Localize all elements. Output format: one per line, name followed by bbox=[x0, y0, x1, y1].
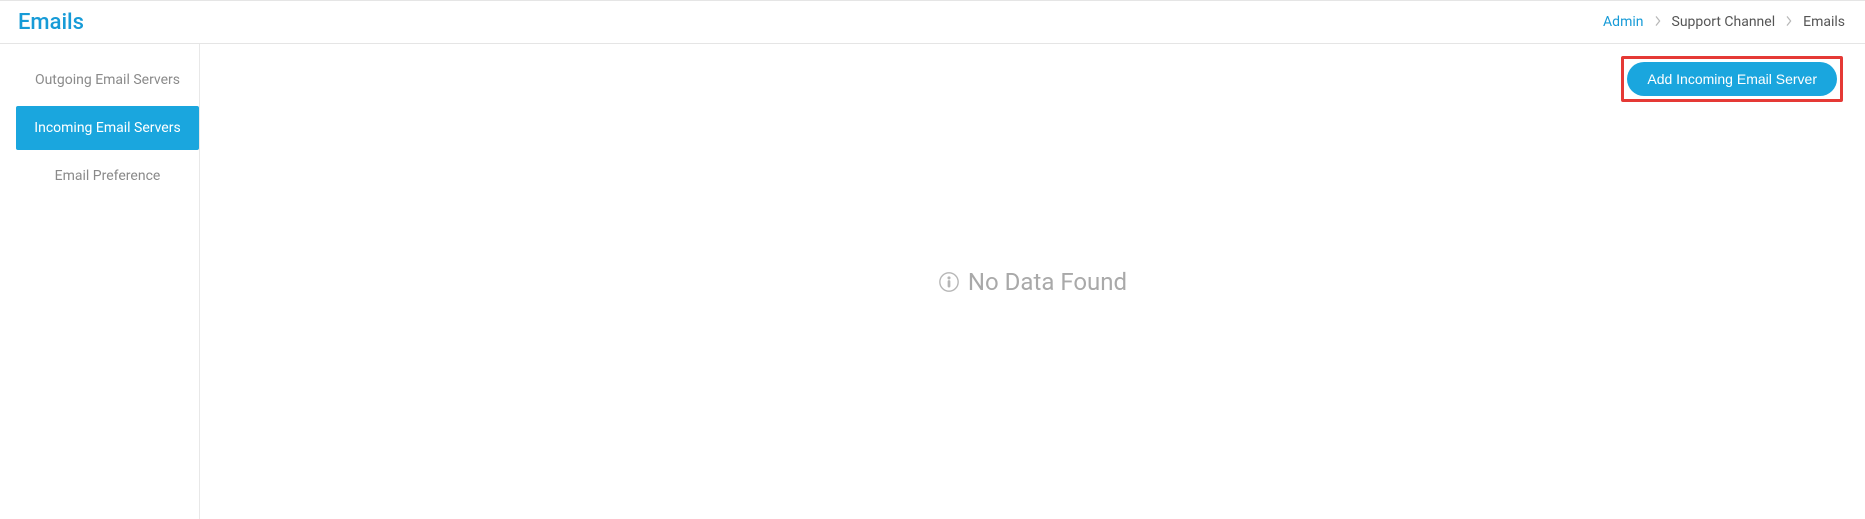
content: Add Incoming Email Server No Data Found bbox=[200, 44, 1865, 519]
highlight-box: Add Incoming Email Server bbox=[1621, 56, 1843, 102]
top-bar: Emails Admin Support Channel Emails bbox=[0, 0, 1865, 44]
breadcrumb-emails: Emails bbox=[1803, 14, 1845, 30]
action-row: Add Incoming Email Server bbox=[220, 54, 1845, 102]
main-area: Outgoing Email Servers Incoming Email Se… bbox=[0, 44, 1865, 519]
sidebar-item-preference[interactable]: Email Preference bbox=[16, 154, 199, 198]
sidebar-item-outgoing[interactable]: Outgoing Email Servers bbox=[16, 58, 199, 102]
info-icon bbox=[938, 271, 960, 293]
sidebar: Outgoing Email Servers Incoming Email Se… bbox=[0, 44, 200, 519]
breadcrumb: Admin Support Channel Emails bbox=[1603, 14, 1845, 30]
empty-state: No Data Found bbox=[200, 44, 1865, 519]
add-incoming-email-server-button[interactable]: Add Incoming Email Server bbox=[1627, 62, 1837, 96]
sidebar-item-incoming[interactable]: Incoming Email Servers bbox=[16, 106, 199, 150]
empty-state-text: No Data Found bbox=[968, 268, 1127, 296]
page-title: Emails bbox=[18, 10, 84, 35]
chevron-right-icon bbox=[1654, 15, 1662, 29]
chevron-right-icon bbox=[1785, 15, 1793, 29]
breadcrumb-support-channel[interactable]: Support Channel bbox=[1672, 14, 1776, 30]
breadcrumb-admin[interactable]: Admin bbox=[1603, 14, 1643, 30]
